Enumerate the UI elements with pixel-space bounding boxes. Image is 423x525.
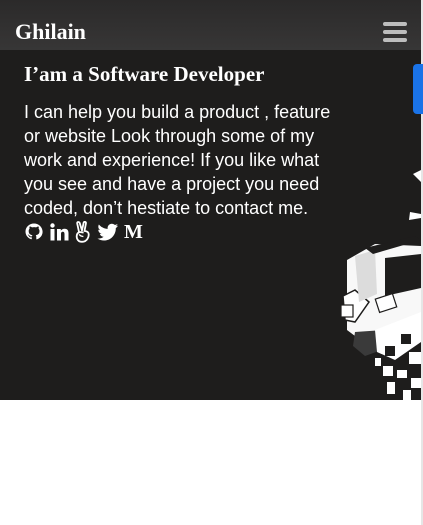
- social-links: M: [24, 221, 148, 243]
- menu-bar: [383, 30, 407, 34]
- menu-bar: [383, 38, 407, 42]
- hero-title: I’am a Software Developer: [24, 62, 265, 86]
- linkedin-icon: [50, 223, 69, 241]
- menu-bar: [383, 22, 407, 26]
- brand-logo-text[interactable]: Ghilain: [15, 19, 86, 45]
- hamburger-menu-icon[interactable]: [383, 21, 407, 43]
- page: Ghilain I’am a Software Developer I can …: [0, 0, 423, 525]
- scrollbar-thumb[interactable]: [413, 64, 423, 114]
- github-link[interactable]: [24, 221, 44, 243]
- twitter-icon: [97, 223, 118, 241]
- angellist-link[interactable]: [74, 221, 92, 243]
- hero-section: I’am a Software Developer I can help you…: [0, 50, 421, 400]
- twitter-link[interactable]: [97, 221, 119, 243]
- linkedin-link[interactable]: [49, 221, 69, 243]
- angellist-icon: [75, 221, 90, 243]
- navbar: Ghilain: [0, 0, 421, 50]
- medium-link[interactable]: M: [124, 221, 143, 243]
- github-icon: [25, 223, 43, 240]
- decorative-pixel-art: [340, 170, 421, 400]
- medium-icon: M: [124, 221, 143, 243]
- hero-description: I can help you build a product , feature…: [24, 102, 331, 218]
